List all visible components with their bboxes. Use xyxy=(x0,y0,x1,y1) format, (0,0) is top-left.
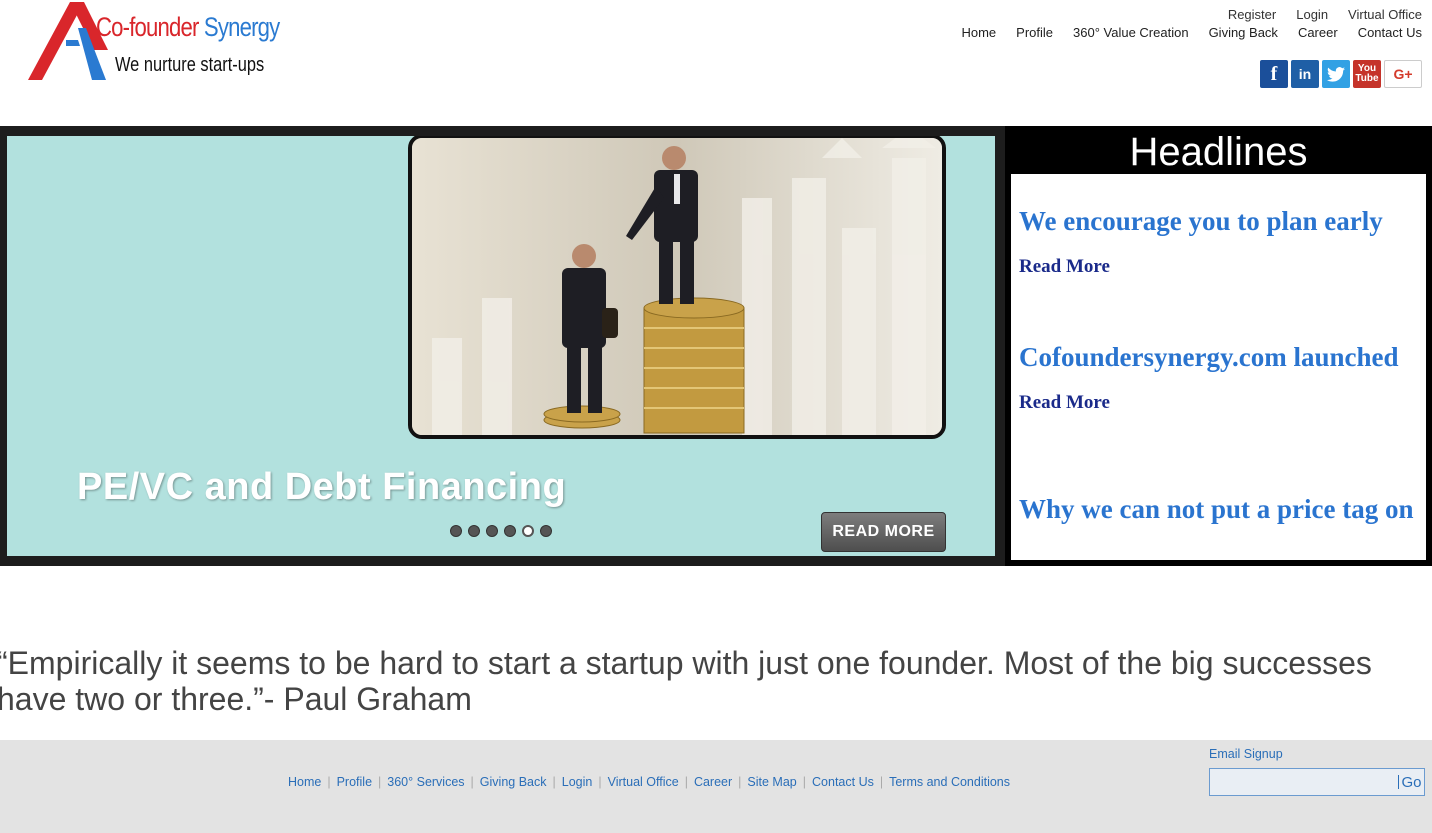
slider-dot-3[interactable] xyxy=(486,525,498,537)
virtual-office-link[interactable]: Virtual Office xyxy=(1348,7,1422,22)
footer-divider: | xyxy=(684,775,688,789)
headlines-panel: Headlines We encourage you to plan early… xyxy=(1005,126,1432,566)
nav-career[interactable]: Career xyxy=(1298,25,1338,40)
footer-link-giving-back[interactable]: Giving Back xyxy=(480,775,547,789)
logo-tagline: We nurture start-ups xyxy=(115,54,265,76)
nav-360-value-creation[interactable]: 360° Value Creation xyxy=(1073,25,1189,40)
social-links: f in You Tube G+ xyxy=(1260,60,1422,88)
login-link[interactable]: Login xyxy=(1296,7,1328,22)
headline-item: We encourage you to plan early Read More xyxy=(1019,204,1418,278)
footer-link-virtual-office[interactable]: Virtual Office xyxy=(608,775,679,789)
footer-links: Home | Profile | 360° Services | Giving Bac… xyxy=(288,775,1010,789)
nav-contact-us[interactable]: Contact Us xyxy=(1358,25,1422,40)
footer-link-site-map[interactable]: Site Map xyxy=(747,775,796,789)
headlines-title: Headlines xyxy=(1129,130,1308,174)
footer-divider: | xyxy=(598,775,602,789)
footer: Home | Profile | 360° Services | Giving Bac… xyxy=(0,740,1432,833)
footer-link-profile[interactable]: Profile xyxy=(337,775,372,789)
slider-dot-5[interactable] xyxy=(522,525,534,537)
facebook-icon[interactable]: f xyxy=(1260,60,1288,88)
footer-divider: | xyxy=(470,775,474,789)
slide-title: PE/VC and Debt Financing xyxy=(77,466,567,508)
footer-divider: | xyxy=(378,775,382,789)
slider-pagination xyxy=(450,525,552,537)
google-plus-icon[interactable]: G+ xyxy=(1384,60,1422,88)
headlines-list[interactable]: We encourage you to plan early Read More… xyxy=(1011,174,1426,560)
footer-link-login[interactable]: Login xyxy=(562,775,593,789)
youtube-icon-bottom: Tube xyxy=(1355,73,1379,84)
slider-dot-1[interactable] xyxy=(450,525,462,537)
founder-quote: “Empirically it seems to be hard to star… xyxy=(0,645,1372,717)
email-signup-input[interactable] xyxy=(1210,769,1398,795)
nav-giving-back[interactable]: Giving Back xyxy=(1209,25,1278,40)
footer-divider: | xyxy=(879,775,884,789)
slider-dot-2[interactable] xyxy=(468,525,480,537)
footer-divider: | xyxy=(802,775,807,789)
email-signup-go-button[interactable]: Go xyxy=(1398,774,1424,791)
footer-link-terms[interactable]: Terms and Conditions xyxy=(889,775,1010,789)
linkedin-icon[interactable]: in xyxy=(1291,60,1319,88)
footer-divider: | xyxy=(327,775,331,789)
email-signup-label: Email Signup xyxy=(1209,747,1283,761)
headline-link[interactable]: Why we can not put a price tag on xyxy=(1019,492,1418,526)
slide-image xyxy=(408,136,946,439)
slider-dot-6[interactable] xyxy=(540,525,552,537)
email-signup-form: Go xyxy=(1209,768,1425,796)
twitter-icon[interactable] xyxy=(1322,60,1350,88)
headline-read-more[interactable]: Read More xyxy=(1019,256,1418,278)
footer-link-home[interactable]: Home xyxy=(288,775,321,789)
headline-link[interactable]: Cofoundersynergy.com launched xyxy=(1019,340,1418,374)
slider-dot-4[interactable] xyxy=(504,525,516,537)
image-slider[interactable]: PE/VC and Debt Financing READ MORE xyxy=(7,136,995,556)
nav-profile[interactable]: Profile xyxy=(1016,25,1053,40)
twitter-bird-icon xyxy=(1327,66,1345,82)
logo-name: Co-founder Synergy xyxy=(96,12,280,43)
footer-link-career[interactable]: Career xyxy=(694,775,732,789)
register-link[interactable]: Register xyxy=(1228,7,1276,22)
headline-link[interactable]: We encourage you to plan early xyxy=(1019,204,1418,238)
slide-read-more-button[interactable]: READ MORE xyxy=(821,512,946,552)
main-nav: Home Profile 360° Value Creation Giving … xyxy=(961,25,1422,40)
nav-home[interactable]: Home xyxy=(961,25,996,40)
logo-name-part1: Co-founder xyxy=(96,12,199,42)
logo-name-part2: Synergy xyxy=(203,12,280,42)
headline-item: Cofoundersynergy.com launched Read More xyxy=(1019,340,1418,414)
businessmen-on-coins-illustration xyxy=(412,138,942,435)
headline-read-more[interactable]: Read More xyxy=(1019,392,1418,414)
top-links: Register Login Virtual Office xyxy=(1228,7,1422,22)
hero-band: PE/VC and Debt Financing READ MORE Headl… xyxy=(0,126,1432,566)
youtube-icon[interactable]: You Tube xyxy=(1353,60,1381,88)
footer-divider: | xyxy=(552,775,556,789)
footer-link-360-services[interactable]: 360° Services xyxy=(387,775,464,789)
footer-link-contact-us[interactable]: Contact Us xyxy=(812,775,874,789)
footer-divider: | xyxy=(738,775,742,789)
site-logo[interactable]: Co-founder Synergy We nurture start-ups xyxy=(26,0,280,85)
headline-item: Why we can not put a price tag on xyxy=(1019,492,1418,526)
page: Co-founder Synergy We nurture start-ups … xyxy=(0,0,1432,833)
